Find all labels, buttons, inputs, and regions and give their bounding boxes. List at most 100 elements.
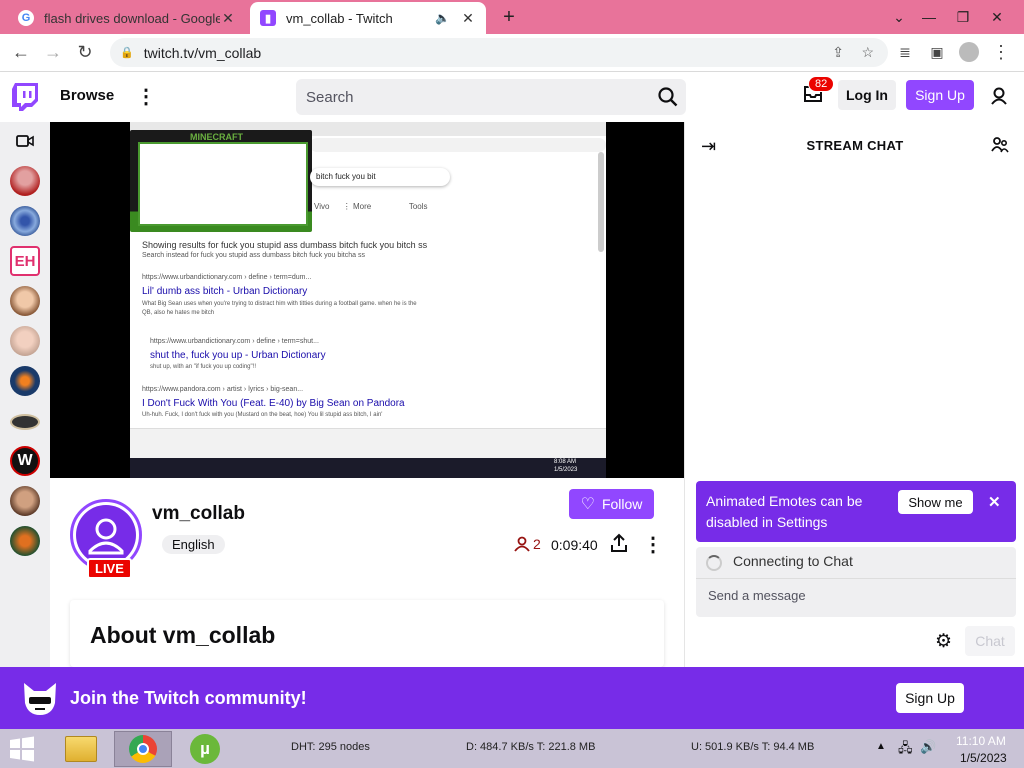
dht-status: DHT: 295 nodes [291,741,370,753]
channel-avatar[interactable] [10,286,40,316]
community-text: Join the Twitch community! [70,688,307,708]
address-text: twitch.tv/vm_collab [143,44,262,61]
viewer-count: 2 [514,536,541,552]
show-me-button[interactable]: Show me [898,490,973,514]
video-camera-icon[interactable] [16,134,34,148]
search-icon [658,87,678,107]
community-signup-button[interactable]: Sign Up [896,683,964,713]
profile-icon[interactable] [954,37,984,67]
browser-tab-strip: G flash drives download - Google Se ✕ ▮ … [0,0,1024,34]
channel-name[interactable]: vm_collab [152,503,245,525]
video-player[interactable]: MINECRAFT bitch fuck you bit Vivo ⋮ More… [50,122,684,478]
loading-spinner-icon [706,555,722,571]
share-icon[interactable]: ⇪ [832,44,844,61]
utorrent-taskbar-button[interactable]: µ [176,731,234,767]
close-banner-icon[interactable]: ✕ [988,493,1001,511]
chat-send-button[interactable]: Chat [965,626,1015,656]
user-menu-icon[interactable] [990,87,1008,105]
close-tab-icon[interactable]: ✕ [460,10,476,27]
banner-text: Animated Emotes can be disabled in Setti… [706,493,863,530]
close-tab-icon[interactable]: ✕ [220,10,236,27]
twitch-logo-icon[interactable] [12,83,38,111]
channel-avatar[interactable] [10,414,40,430]
back-button[interactable]: ← [6,37,36,67]
reload-button[interactable]: ↻ [70,37,100,67]
file-explorer-button[interactable] [52,731,110,767]
channel-avatar[interactable] [10,206,40,236]
restore-button[interactable]: ❐ [946,0,980,34]
bookmark-star-icon[interactable]: ☆ [861,44,874,61]
animated-emotes-banner: Animated Emotes can be disabled in Setti… [696,481,1016,542]
chat-settings-icon[interactable]: ⚙ [935,630,952,653]
twitch-icon: ▮ [260,10,276,26]
channel-avatar[interactable] [10,526,40,556]
taskbar-time[interactable]: 11:10 AM [956,734,1006,748]
upload-status: U: 501.9 KB/s T: 94.4 MB [691,741,815,753]
stream-search-instead: Search instead for fuck you stupid ass d… [142,252,365,259]
notifications-button[interactable]: 82 [804,76,835,106]
stream-overlay-image: MINECRAFT [130,130,312,232]
tab-google-search[interactable]: G flash drives download - Google Se ✕ [8,2,246,34]
stream-clock-time: 8:08 AM [554,459,577,465]
network-icon[interactable]: 🖧 [898,739,913,761]
login-button[interactable]: Log In [838,80,896,110]
windows-taskbar: µ DHT: 295 nodes D: 484.7 KB/s T: 221.8 … [0,729,1024,768]
chat-message-input[interactable]: Send a message [708,588,806,603]
browser-menu-icon[interactable]: ⋮ [986,37,1016,67]
channel-avatar[interactable]: W [10,446,40,476]
about-title: About vm_collab [90,622,276,648]
viewers-icon [514,536,530,552]
chrome-icon [129,735,157,763]
followed-channels-sidebar: EH W [0,122,50,667]
search-button[interactable] [650,79,686,115]
show-hidden-icons[interactable]: ▲ [876,741,886,752]
lock-icon: 🔒 [120,47,134,59]
more-options-icon[interactable]: ⋮ [643,532,663,557]
channel-avatar[interactable]: EH [10,246,40,276]
channel-avatar[interactable] [10,366,40,396]
chat-input-area: Connecting to Chat Send a message [696,547,1016,617]
signup-button[interactable]: Sign Up [906,80,974,110]
channel-avatar[interactable] [10,486,40,516]
stream-video-frame: MINECRAFT bitch fuck you bit Vivo ⋮ More… [130,122,606,478]
tab-title: vm_collab - Twitch [286,10,393,26]
about-panel: About vm_collab [70,600,664,667]
chrome-taskbar-button[interactable] [114,731,172,767]
glitch-mascot-icon [20,681,60,717]
tab-twitch[interactable]: ▮ vm_collab - Twitch 🔈 ✕ [250,2,486,34]
search-input[interactable]: Search [296,79,650,115]
live-badge: LIVE [87,558,132,579]
twitch-top-nav: Browse ⋮ Search 82 Log In Sign Up [0,72,1024,122]
chat-title: STREAM CHAT [806,138,904,153]
new-tab-button[interactable]: + [496,4,522,30]
user-avatar-icon [76,505,136,565]
connecting-text: Connecting to Chat [733,553,853,569]
side-panel-icon[interactable]: ▣ [922,37,952,67]
forward-button[interactable]: → [38,37,68,67]
google-icon: G [18,10,34,26]
volume-icon[interactable]: 🔊 [920,739,936,755]
start-button[interactable] [8,736,36,762]
share-button[interactable] [609,533,631,555]
browse-link[interactable]: Browse [60,87,114,104]
tab-title: flash drives download - Google Se [44,10,220,26]
minimize-button[interactable]: — [912,0,946,34]
media-control-icon[interactable]: ≣ [890,37,920,67]
follow-button[interactable]: ♡ Follow [569,489,654,519]
channel-avatar[interactable] [10,326,40,356]
stream-showing-results: Showing results for fuck you stupid ass … [142,240,428,250]
community-icon[interactable] [991,136,1011,156]
tab-search-icon[interactable]: ⌄ [882,0,916,34]
speaker-icon[interactable]: 🔈 [435,11,450,25]
more-menu-icon[interactable]: ⋮ [136,84,156,109]
taskbar-date[interactable]: 1/5/2023 [960,751,1007,765]
address-bar[interactable]: 🔒 twitch.tv/vm_collab ⇪ ☆ [110,38,888,67]
folder-icon [65,736,97,762]
stream-taskbar [130,458,606,478]
close-window-button[interactable]: ✕ [980,0,1014,34]
follow-label: Follow [601,496,643,512]
stream-clock-date: 1/5/2023 [554,467,578,473]
language-tag[interactable]: English [162,535,225,554]
channel-avatar[interactable] [10,166,40,196]
browser-toolbar: ← → ↻ 🔒 twitch.tv/vm_collab ⇪ ☆ ≣ ▣ ⋮ [0,34,1024,72]
